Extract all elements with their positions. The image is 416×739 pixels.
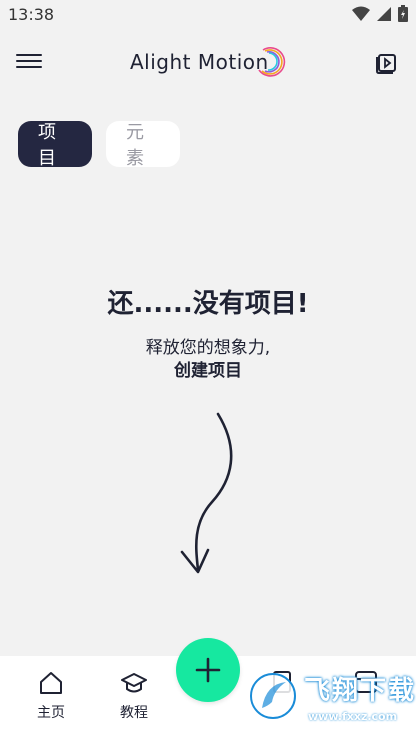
nav-tutorials-label: 教程	[120, 705, 148, 721]
layout-icon	[355, 671, 377, 693]
menu-icon-line	[16, 54, 42, 56]
brand-swirl-icon	[258, 47, 285, 77]
tab-projects-label: 项目	[38, 122, 56, 169]
nav-tutorials[interactable]: 教程	[104, 670, 164, 722]
add-project-button[interactable]	[176, 638, 240, 702]
empty-state-subtitle: 释放您的想象力,	[145, 338, 271, 358]
tab-projects[interactable]: 项目	[18, 121, 92, 169]
tab-elements-label: 元素	[126, 122, 144, 169]
brand-logo: Alight Motion	[130, 42, 285, 82]
battery-icon	[398, 5, 408, 22]
app-bar: Alight Motion	[0, 38, 416, 86]
empty-state-cta-text: 创建项目	[174, 361, 242, 381]
signal-icon	[377, 6, 391, 21]
nav-item-3[interactable]	[252, 670, 312, 696]
document-icon	[273, 671, 291, 693]
status-time: 13:38	[8, 5, 55, 24]
tab-row: 项目 元素	[18, 121, 180, 169]
tab-elements[interactable]: 元素	[106, 121, 180, 169]
menu-icon-line	[16, 66, 42, 68]
status-icons	[352, 5, 408, 22]
wifi-icon	[352, 6, 370, 21]
nav-home-label: 主页	[37, 705, 65, 721]
brand-name: Alight Motion	[130, 50, 269, 74]
down-arrow-icon	[180, 412, 233, 574]
graduation-cap-icon	[121, 673, 147, 693]
status-bar: 13:38	[0, 0, 416, 30]
menu-button[interactable]	[16, 50, 42, 72]
nav-home[interactable]: 主页	[21, 670, 81, 722]
menu-icon-line	[16, 60, 42, 62]
home-icon	[40, 672, 62, 694]
empty-state-title: 还......没有项目!	[107, 289, 309, 319]
plus-icon	[195, 657, 221, 683]
nav-item-4[interactable]	[336, 670, 396, 696]
video-library-icon[interactable]	[374, 50, 398, 74]
